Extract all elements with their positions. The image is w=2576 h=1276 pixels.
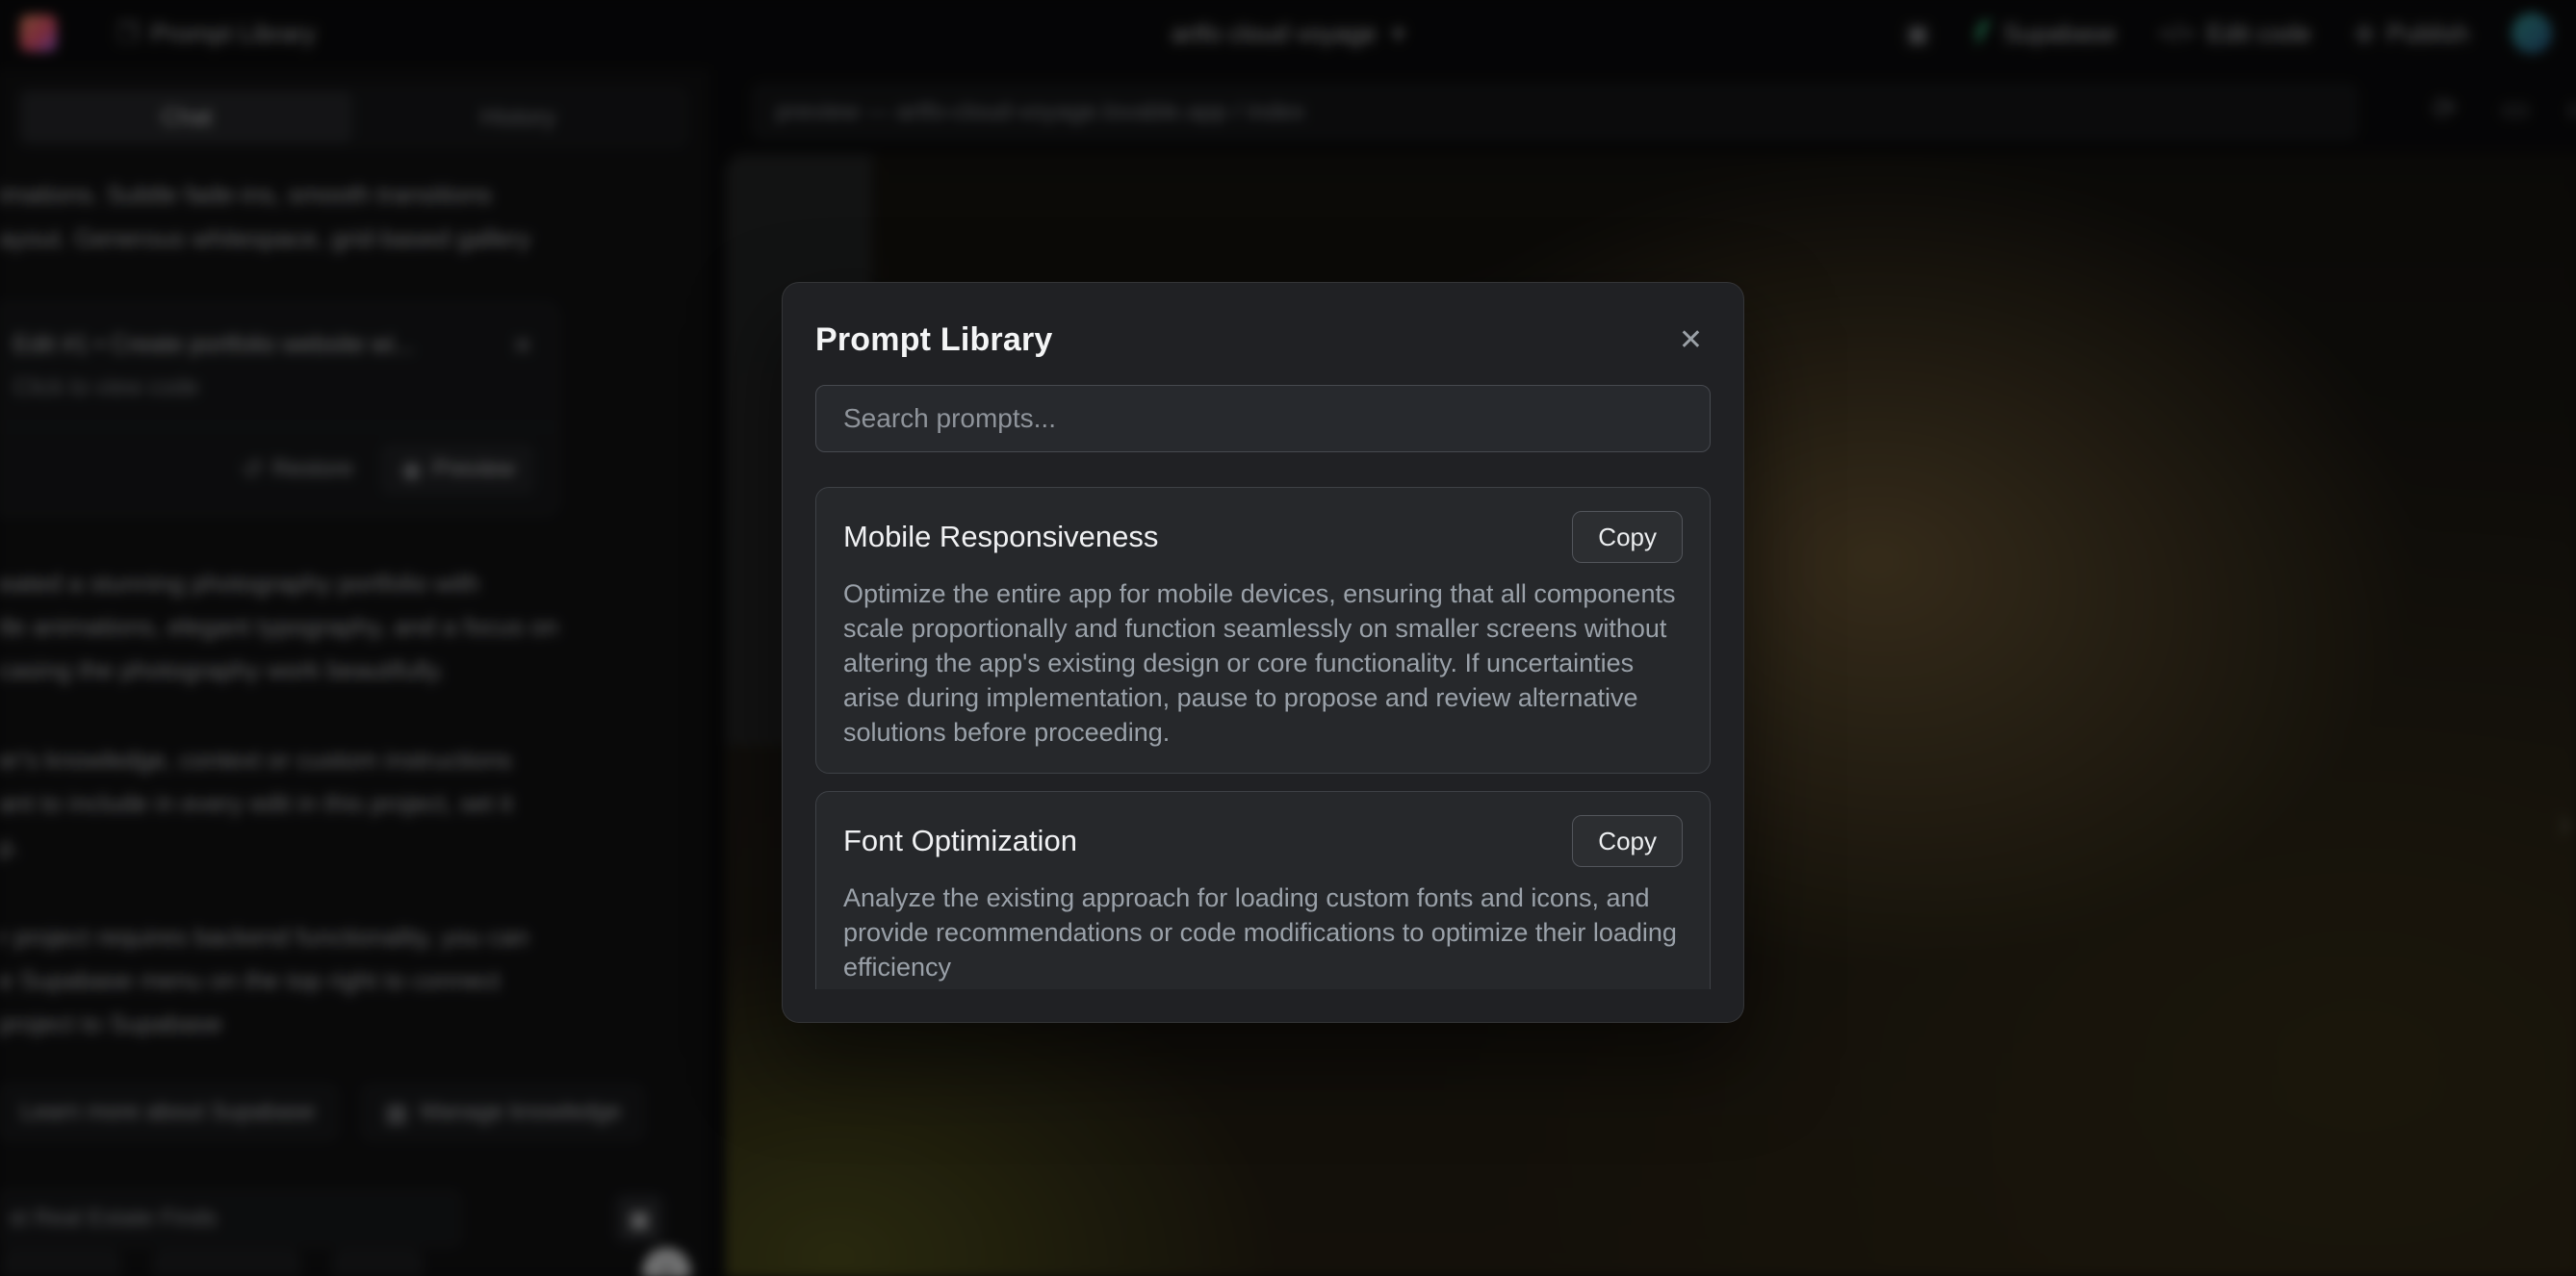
prompt-description: Optimize the entire app for mobile devic… xyxy=(843,576,1683,750)
prompt-title: Font Optimization xyxy=(843,824,1077,858)
prompt-list[interactable]: Mobile Responsiveness Copy Optimize the … xyxy=(815,487,1711,989)
prompt-card: Font Optimization Copy Analyze the exist… xyxy=(815,791,1711,989)
close-icon[interactable]: ✕ xyxy=(1671,319,1711,361)
copy-button[interactable]: Copy xyxy=(1572,815,1683,867)
prompt-description: Analyze the existing approach for loadin… xyxy=(843,880,1683,984)
prompt-library-modal: Prompt Library ✕ Mobile Responsiveness C… xyxy=(782,282,1744,1023)
prompt-card: Mobile Responsiveness Copy Optimize the … xyxy=(815,487,1711,774)
search-input[interactable] xyxy=(815,385,1711,452)
copy-button[interactable]: Copy xyxy=(1572,511,1683,563)
prompt-title: Mobile Responsiveness xyxy=(843,520,1158,554)
modal-title: Prompt Library xyxy=(815,321,1053,359)
modal-header: Prompt Library ✕ xyxy=(815,316,1711,364)
app-window: ❐ Prompt Library artfo cloud voyage ▾ ▣ … xyxy=(0,0,2576,1276)
